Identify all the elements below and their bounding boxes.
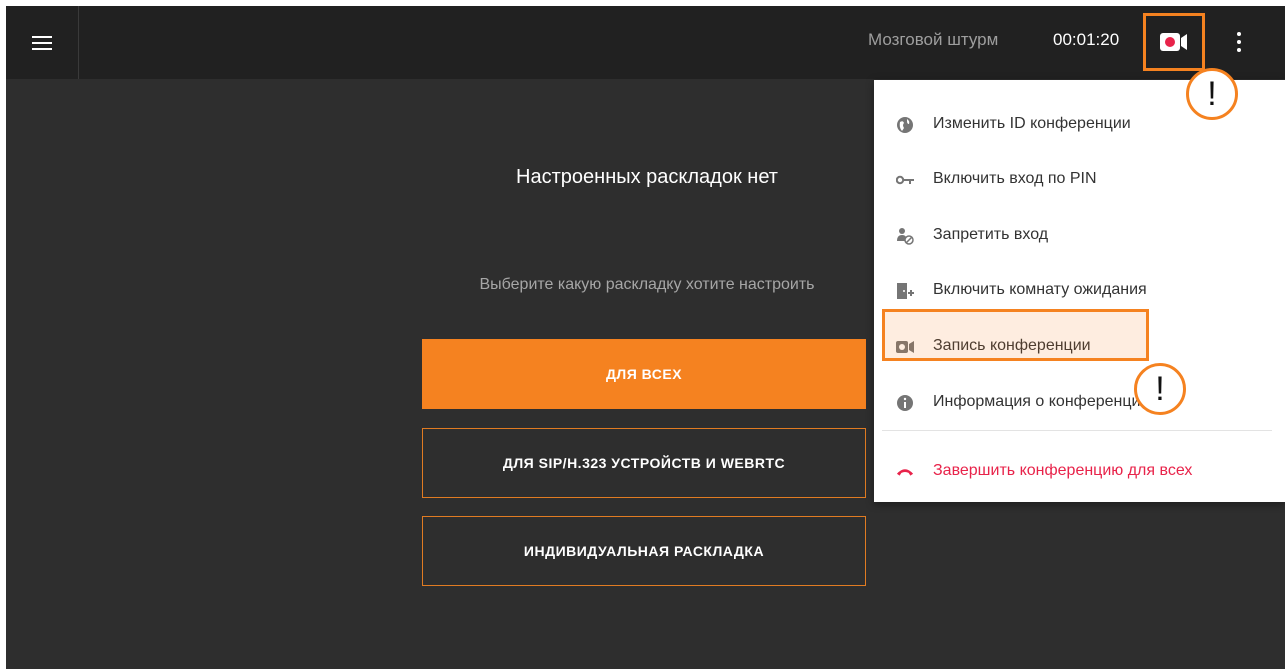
menu-item-label: Включить вход по PIN: [933, 170, 1097, 187]
record-item-highlight: [882, 309, 1149, 361]
callout-badge-record-button: !: [1186, 68, 1238, 120]
menu-divider: [882, 430, 1272, 431]
menu-item-waiting-room[interactable]: Включить комнату ожидания: [874, 270, 1285, 310]
callout-badge-record-item: !: [1134, 363, 1186, 415]
recording-indicator-button[interactable]: [1143, 13, 1205, 71]
layout-for-sip-button[interactable]: ДЛЯ SIP/H.323 УСТРОЙСТВ И WEBRTC: [422, 428, 866, 498]
key-icon: [896, 171, 914, 189]
person-blocked-icon: [896, 227, 914, 245]
hamburger-menu-button[interactable]: [6, 6, 79, 79]
menu-item-label: Информация о конференции: [933, 393, 1150, 410]
more-options-button[interactable]: [1224, 26, 1254, 58]
app-frame: Мозговой штурм 00:01:20 Настроенных раск…: [6, 6, 1285, 669]
door-add-icon: [896, 282, 914, 300]
hang-up-icon: [896, 463, 914, 481]
empty-layouts-title: Настроенных раскладок нет: [516, 166, 778, 188]
menu-item-end-conference[interactable]: Завершить конференцию для всех: [874, 451, 1285, 491]
menu-item-label: Включить комнату ожидания: [933, 281, 1147, 298]
menu-item-conference-info[interactable]: Информация о конференции: [874, 382, 1285, 422]
hamburger-icon: [32, 35, 52, 50]
top-bar: Мозговой штурм 00:01:20: [6, 6, 1285, 79]
menu-item-label: Завершить конференцию для всех: [933, 462, 1193, 479]
video-record-icon: [1160, 33, 1187, 51]
menu-item-label: Запретить вход: [933, 226, 1049, 243]
info-icon: [896, 394, 914, 412]
choose-layout-subtitle: Выберите какую раскладку хотите настроит…: [479, 276, 815, 293]
layout-for-all-button[interactable]: ДЛЯ ВСЕХ: [422, 339, 866, 409]
menu-item-deny-entry[interactable]: Запретить вход: [874, 215, 1285, 255]
conference-name: Мозговой штурм: [868, 30, 999, 49]
menu-item-enable-pin[interactable]: Включить вход по PIN: [874, 159, 1285, 199]
conference-options-menu: Изменить ID конференции Включить вход по…: [874, 80, 1285, 502]
individual-layout-button[interactable]: ИНДИВИДУАЛЬНАЯ РАСКЛАДКА: [422, 516, 866, 586]
globe-icon: [896, 116, 914, 134]
menu-item-label: Изменить ID конференции: [933, 115, 1131, 132]
conference-timer: 00:01:20: [1053, 30, 1120, 49]
